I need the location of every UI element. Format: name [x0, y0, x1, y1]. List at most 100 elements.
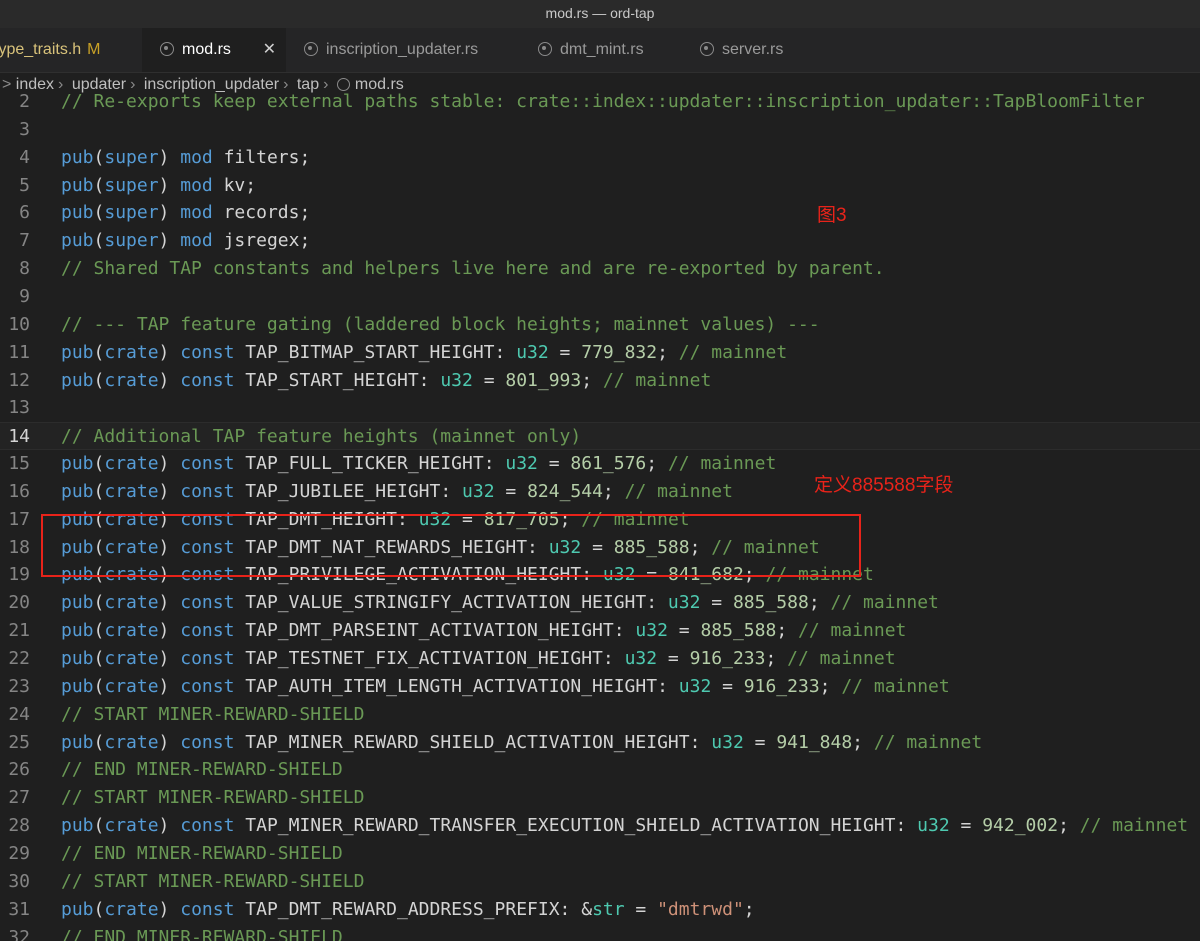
line-number: 2 — [19, 91, 30, 112]
code-text: // Re-exports keep external paths stable… — [61, 91, 1145, 112]
tab-dmt-mint[interactable]: dmt_mint.rs — [520, 28, 680, 72]
line-number: 26 — [8, 759, 30, 781]
code-text: // END MINER-REWARD-SHIELD — [61, 926, 343, 941]
code-line[interactable]: 32 // END MINER-REWARD-SHIELD — [0, 924, 1200, 941]
code-line[interactable]: 15 pub(crate) const TAP_FULL_TICKER_HEIGH… — [0, 450, 1200, 478]
code-text: // START MINER-REWARD-SHIELD — [61, 870, 365, 892]
line-number: 12 — [8, 369, 30, 391]
code-text: pub(crate) const TAP_START_HEIGHT: u32 =… — [61, 369, 712, 391]
line-number: 19 — [8, 564, 30, 586]
tab-type-traits[interactable]: type_traits.h M — [0, 28, 134, 72]
code-text: pub(super) mod filters; — [61, 146, 311, 168]
line-number: 29 — [8, 842, 30, 864]
rust-file-icon — [700, 42, 714, 56]
code-line[interactable]: 29 // END MINER-REWARD-SHIELD — [0, 840, 1200, 868]
code-line[interactable]: 25 pub(crate) const TAP_MINER_REWARD_SHIE… — [0, 729, 1200, 757]
line-number: 14 — [8, 426, 30, 448]
tab-server[interactable]: server.rs — [682, 28, 828, 72]
line-number: 8 — [19, 258, 30, 280]
code-line[interactable]: 27 // START MINER-REWARD-SHIELD — [0, 784, 1200, 812]
code-line[interactable]: 9 — [0, 283, 1200, 311]
code-line[interactable]: 8 // Shared TAP constants and helpers liv… — [0, 255, 1200, 283]
code-line[interactable]: 31 pub(crate) const TAP_DMT_REWARD_ADDRES… — [0, 896, 1200, 924]
code-line[interactable]: 6 pub(super) mod records; — [0, 199, 1200, 227]
line-number: 13 — [8, 397, 30, 419]
code-text: // END MINER-REWARD-SHIELD — [61, 842, 343, 864]
code-line[interactable]: 4 pub(super) mod filters; — [0, 144, 1200, 172]
close-icon[interactable]: ✕ — [263, 28, 276, 72]
code-text: pub(crate) const TAP_MINER_REWARD_SHIELD… — [61, 731, 983, 753]
code-text: // START MINER-REWARD-SHIELD — [61, 787, 365, 809]
code-line[interactable]: 28 pub(crate) const TAP_MINER_REWARD_TRAN… — [0, 812, 1200, 840]
line-number: 11 — [8, 341, 30, 363]
line-number: 24 — [8, 703, 30, 725]
code-line[interactable]: 11 pub(crate) const TAP_BITMAP_START_HEIG… — [0, 339, 1200, 367]
code-line[interactable]: 14 // Additional TAP feature heights (mai… — [0, 422, 1200, 451]
tab-inscription-updater[interactable]: inscription_updater.rs — [286, 28, 514, 72]
code-line[interactable]: 10 // --- TAP feature gating (laddered bl… — [0, 311, 1200, 339]
code-line[interactable]: 30 // START MINER-REWARD-SHIELD — [0, 868, 1200, 896]
code-text: pub(super) mod jsregex; — [61, 230, 311, 252]
line-number: 23 — [8, 675, 30, 697]
window-title: mod.rs — ord-tap — [0, 0, 1200, 28]
line-number: 20 — [8, 592, 30, 614]
line-number: 6 — [19, 202, 30, 224]
tab-mod-rs[interactable]: mod.rs ✕ — [142, 28, 286, 72]
line-number: 21 — [8, 620, 30, 642]
code-line[interactable]: 7 pub(super) mod jsregex; — [0, 227, 1200, 255]
code-text: pub(crate) const TAP_TESTNET_FIX_ACTIVAT… — [61, 648, 896, 669]
code-text: pub(super) mod records; — [61, 202, 311, 224]
code-text: pub(crate) const TAP_AUTH_ITEM_LENGTH_AC… — [61, 675, 950, 697]
tab-label: type_traits.h — [0, 41, 82, 58]
line-number: 4 — [19, 146, 30, 168]
code-line[interactable]: 13 — [0, 394, 1200, 422]
code-line[interactable]: 20 pub(crate) const TAP_VALUE_STRINGIFY_A… — [0, 589, 1200, 617]
figure-annotation: 图3 — [817, 205, 847, 226]
code-line[interactable]: 21 pub(crate) const TAP_DMT_PARSEINT_ACTI… — [0, 617, 1200, 645]
modified-flag: M — [87, 41, 101, 58]
code-line[interactable]: 3 — [0, 116, 1200, 144]
code-text: pub(crate) const TAP_DMT_REWARD_ADDRESS_… — [61, 898, 755, 920]
code-text: pub(crate) const TAP_JUBILEE_HEIGHT: u32… — [61, 480, 733, 502]
code-line[interactable]: 23 pub(crate) const TAP_AUTH_ITEM_LENGTH_… — [0, 673, 1200, 701]
code-text: pub(crate) const TAP_DMT_PARSEINT_ACTIVA… — [61, 620, 907, 642]
line-number: 25 — [8, 731, 30, 753]
code-line[interactable]: 2 // Re-exports keep external paths stabl… — [0, 88, 1200, 116]
code-text: // START MINER-REWARD-SHIELD — [61, 703, 365, 725]
code-text: // END MINER-REWARD-SHIELD — [61, 759, 343, 781]
line-number: 30 — [8, 870, 30, 892]
line-number: 3 — [19, 118, 30, 140]
line-number: 18 — [8, 536, 30, 558]
line-number: 22 — [8, 648, 30, 669]
field-annotation: 定义885588字段 — [814, 475, 954, 496]
code-line[interactable]: 24 // START MINER-REWARD-SHIELD — [0, 701, 1200, 729]
rust-file-icon — [304, 42, 318, 56]
highlight-box — [41, 514, 861, 577]
code-text: pub(crate) const TAP_MINER_REWARD_TRANSF… — [61, 815, 1189, 837]
code-line[interactable]: 12 pub(crate) const TAP_START_HEIGHT: u32… — [0, 367, 1200, 395]
code-line[interactable]: 26 // END MINER-REWARD-SHIELD — [0, 756, 1200, 784]
tab-label: inscription_updater.rs — [326, 41, 479, 58]
code-line[interactable]: 16 pub(crate) const TAP_JUBILEE_HEIGHT: u… — [0, 478, 1200, 506]
tab-label: dmt_mint.rs — [560, 41, 644, 58]
code-text: pub(super) mod kv; — [61, 174, 257, 196]
line-number: 27 — [8, 787, 30, 809]
line-number: 32 — [8, 926, 30, 941]
code-text: pub(crate) const TAP_FULL_TICKER_HEIGHT:… — [61, 453, 777, 475]
code-line[interactable]: 22 pub(crate) const TAP_TESTNET_FIX_ACTIV… — [0, 645, 1200, 673]
line-number: 7 — [19, 230, 30, 252]
code-text: // Additional TAP feature heights (mainn… — [61, 426, 582, 448]
tab-label: mod.rs — [182, 41, 231, 58]
line-number: 9 — [19, 285, 30, 307]
line-number: 16 — [8, 480, 30, 502]
code-text: // Shared TAP constants and helpers live… — [61, 258, 885, 280]
line-number: 28 — [8, 815, 30, 837]
rust-file-icon — [160, 42, 174, 56]
code-text: pub(crate) const TAP_VALUE_STRINGIFY_ACT… — [61, 592, 939, 614]
rust-file-icon — [538, 42, 552, 56]
code-text: // --- TAP feature gating (laddered bloc… — [61, 313, 820, 335]
tab-bar: type_traits.h M mod.rs ✕ inscription_upda… — [0, 28, 1200, 73]
tab-label: server.rs — [722, 41, 784, 58]
code-text: pub(crate) const TAP_BITMAP_START_HEIGHT… — [61, 341, 788, 363]
code-line[interactable]: 5 pub(super) mod kv; — [0, 172, 1200, 200]
